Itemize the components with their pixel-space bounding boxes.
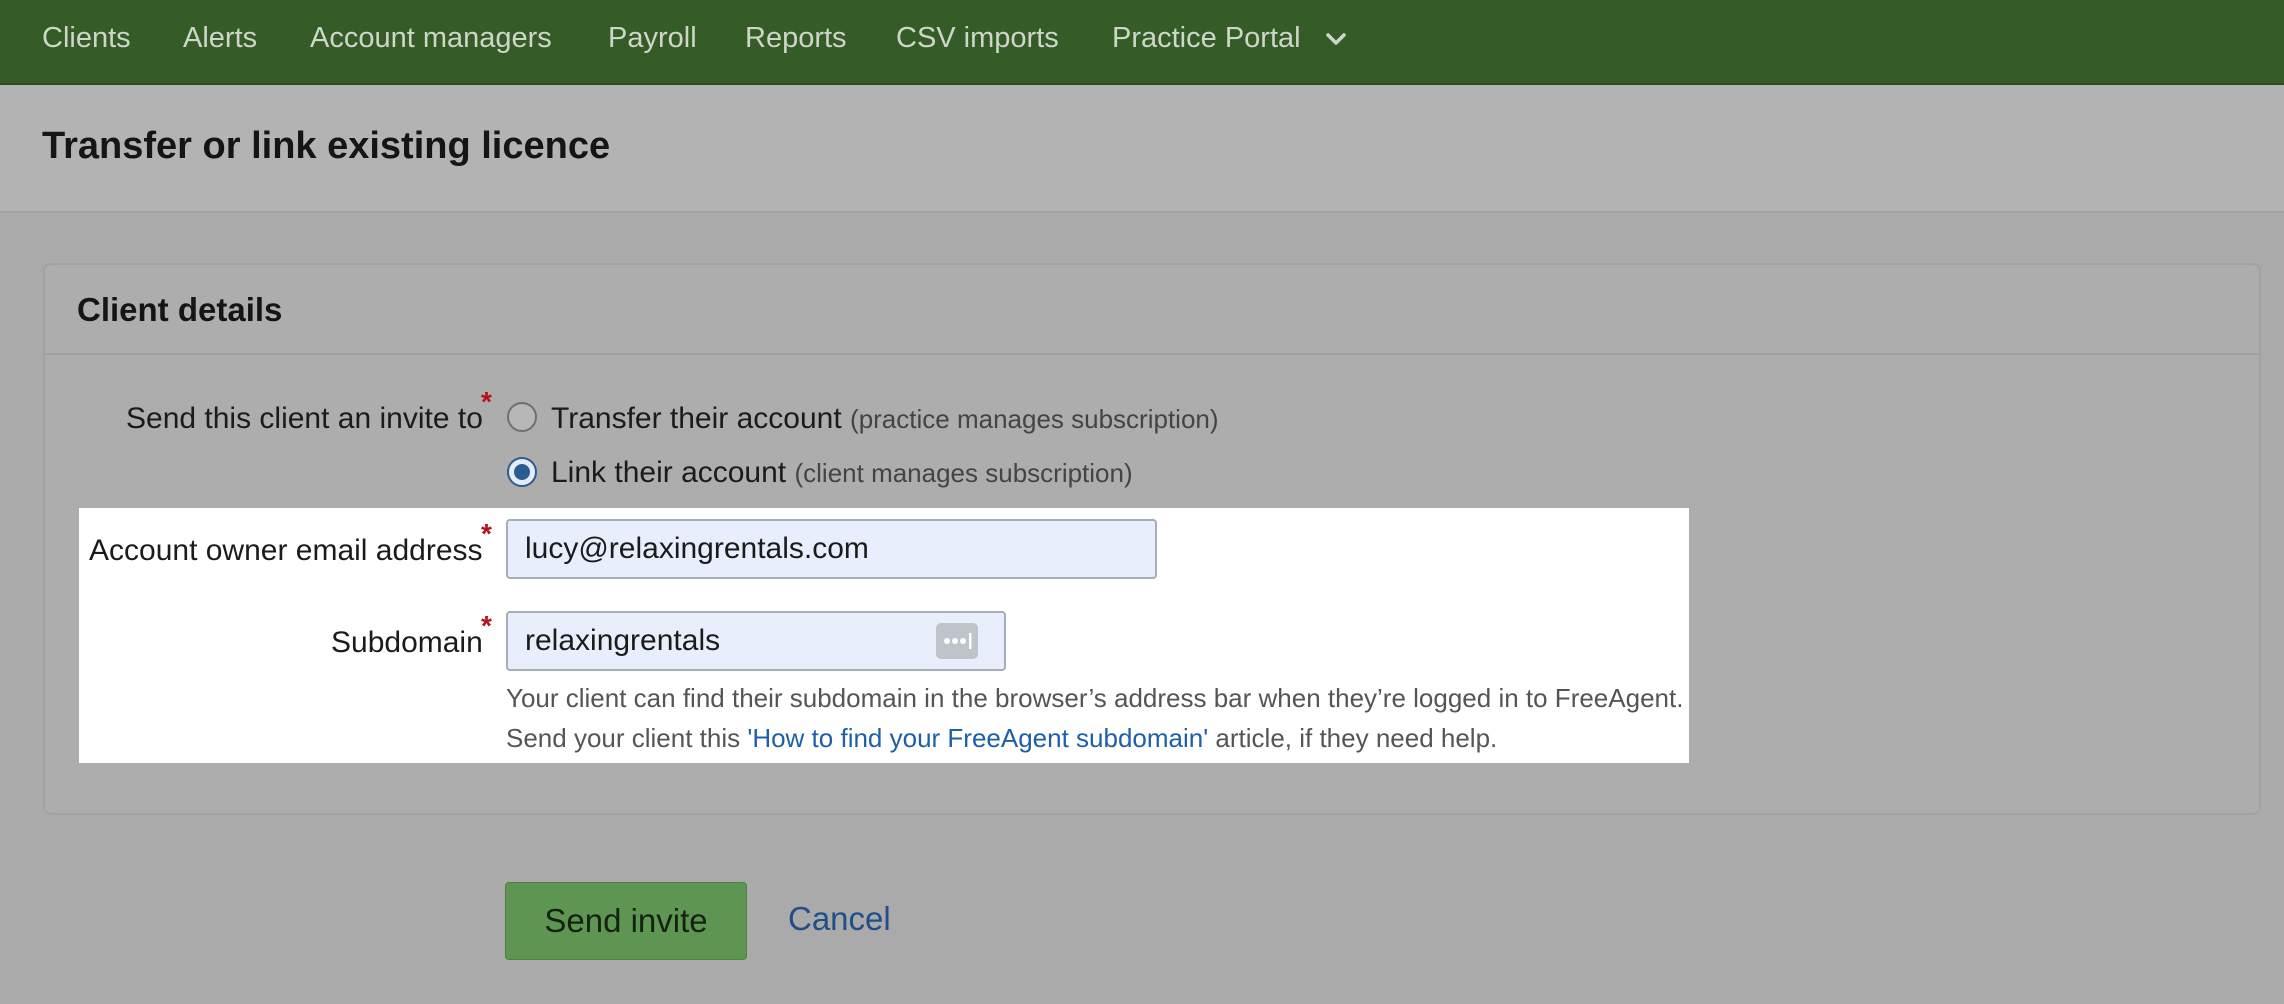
nav-account-managers[interactable]: Account managers [310, 0, 552, 77]
subdomain-help-line-1: Your client can find their subdomain in … [506, 683, 1684, 713]
page-title: Transfer or link existing licence [42, 125, 611, 167]
link-account-radio[interactable] [507, 457, 537, 487]
send-invite-button[interactable]: Send invite [505, 882, 747, 960]
top-navigation: Clients Alerts Account managers Payroll … [0, 0, 2284, 85]
link-account-option[interactable]: Link their account (client manages subsc… [551, 456, 1133, 490]
transfer-account-option[interactable]: Transfer their account (practice manages… [551, 402, 1219, 436]
invite-label: Send this client an invite to [126, 402, 483, 435]
nav-reports[interactable]: Reports [745, 0, 847, 77]
subdomain-input[interactable]: relaxingrentals [506, 611, 1006, 671]
subdomain-label: Subdomain [331, 626, 483, 659]
link-account-sub: (client manages subscription) [794, 458, 1133, 488]
chevron-down-icon[interactable] [1325, 29, 1347, 49]
subdomain-help-link[interactable]: 'How to find your FreeAgent subdomain' [747, 723, 1208, 753]
card-header: Client details [45, 265, 2259, 355]
required-marker: * [481, 386, 492, 417]
nav-payroll[interactable]: Payroll [608, 0, 697, 77]
transfer-account-label: Transfer their account [551, 402, 842, 435]
required-marker: * [481, 610, 492, 641]
nav-alerts[interactable]: Alerts [183, 0, 257, 77]
subdomain-value: relaxingrentals [525, 624, 721, 657]
subdomain-help-line-2: Send your client this 'How to find your … [506, 723, 1497, 754]
page-header: Transfer or link existing licence [0, 85, 2284, 213]
nav-clients[interactable]: Clients [42, 0, 131, 77]
required-marker: * [481, 518, 492, 549]
email-label: Account owner email address [89, 534, 483, 567]
password-manager-icon[interactable] [936, 623, 978, 659]
cancel-link[interactable]: Cancel [788, 900, 891, 938]
card-title: Client details [77, 291, 283, 328]
email-input[interactable]: lucy@relaxingrentals.com [506, 519, 1157, 579]
help-prefix: Send your client this [506, 723, 748, 753]
transfer-account-radio[interactable] [507, 402, 537, 432]
nav-practice-portal[interactable]: Practice Portal [1112, 0, 1301, 77]
nav-csv-imports[interactable]: CSV imports [896, 0, 1059, 77]
link-account-label: Link their account [551, 456, 787, 489]
help-suffix: article, if they need help. [1208, 723, 1498, 753]
transfer-account-sub: (practice manages subscription) [850, 404, 1219, 434]
